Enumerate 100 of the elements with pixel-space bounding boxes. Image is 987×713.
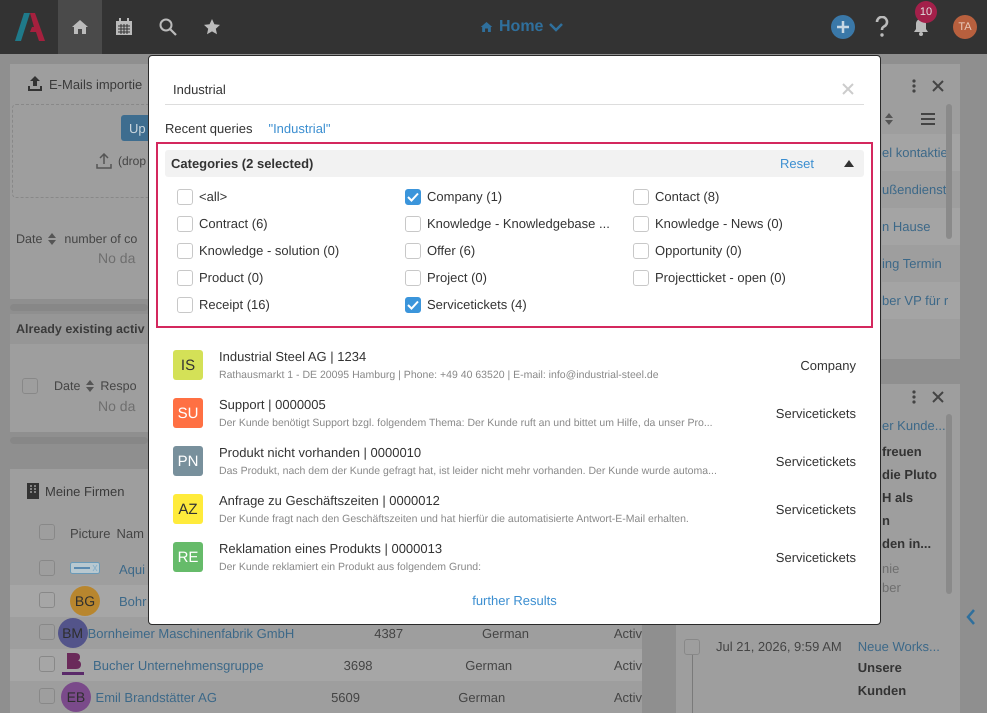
checkbox[interactable] <box>633 216 649 232</box>
panel-title: E-Mails importie <box>49 76 142 92</box>
checkbox[interactable] <box>39 592 55 608</box>
more-icon[interactable] <box>912 390 916 404</box>
category-label[interactable]: Company (1) <box>427 189 502 204</box>
sort-icon[interactable] <box>885 113 893 125</box>
nav-button[interactable] <box>58 0 102 54</box>
avatar: BM <box>58 618 88 648</box>
scrollbar[interactable] <box>946 104 952 239</box>
table-cell-text: 5609 <box>331 690 361 704</box>
column-header[interactable]: Nam <box>116 526 144 540</box>
result-title: Anfrage zu Geschäftszeiten | 0000012 <box>219 493 441 508</box>
close-icon[interactable] <box>932 80 944 92</box>
search-field[interactable]: Industrial <box>165 74 864 105</box>
checkbox[interactable] <box>405 242 421 258</box>
news-text: den in... <box>882 535 932 553</box>
checkbox[interactable] <box>405 216 421 232</box>
sort-icon[interactable] <box>48 233 56 245</box>
entry-link[interactable]: Neue Works... <box>858 639 940 654</box>
checkbox[interactable] <box>177 242 193 258</box>
column-header[interactable]: Date <box>16 232 42 246</box>
category-label[interactable]: Contract (6) <box>199 216 268 231</box>
checkbox[interactable] <box>177 216 193 232</box>
entry-time: Jul 21, 2026, 9:59 AM <box>716 639 842 656</box>
category-label[interactable]: Projectticket - open (0) <box>655 270 786 285</box>
category-label[interactable]: Knowledge - News (0) <box>655 216 783 231</box>
category-label[interactable]: Receipt (16) <box>199 297 270 312</box>
more-icon[interactable] <box>912 79 916 93</box>
help-icon[interactable] <box>875 16 889 38</box>
triangle-up-icon[interactable] <box>844 160 854 167</box>
news-text: n <box>882 512 891 530</box>
result-item[interactable]: IS Industrial Steel AG | 1234 Rathausmarkt 1 - DE 20095 Hamburg | Phone: +49 40 63520 | E-mail: info@industrial-steel.de Company <box>165 341 864 389</box>
result-type: Company <box>800 358 856 372</box>
recent-label: Recent queries <box>165 121 252 136</box>
category-label[interactable]: <all> <box>199 189 228 204</box>
app-logo-icon[interactable] <box>15 13 45 41</box>
result-subtitle: Das Produkt, nach dem der Kunde gefragt hat, ist leider nicht mehr vorhanden. Der Kunde wurde automa... <box>219 465 718 477</box>
category-label[interactable]: Knowledge - Knowledgebase ... <box>427 216 610 231</box>
entry-text: Unsere <box>858 659 903 677</box>
task-link[interactable]: ing Termin <box>882 245 960 282</box>
checkbox[interactable] <box>633 188 649 204</box>
checkbox[interactable] <box>405 188 421 204</box>
company-logo-icon <box>70 562 100 574</box>
result-item[interactable]: SU Support | 0000005 Der Kunde benötigt Support bzgl. folgendem Thema: Der Kunde ruft an und bittet um Hilfe, da unser Pro... Servicetickets <box>165 389 864 437</box>
result-title: Industrial Steel AG | 1234 <box>219 349 368 364</box>
company-logo-icon <box>60 652 86 676</box>
further-results-link[interactable]: further Results <box>472 593 557 608</box>
checkbox[interactable] <box>405 296 421 312</box>
column-header[interactable]: Date <box>54 379 80 393</box>
checkbox[interactable] <box>405 270 421 286</box>
category-label[interactable]: Knowledge - solution (0) <box>199 243 340 258</box>
task-link[interactable]: ber VP für r <box>882 282 960 319</box>
category-label[interactable]: Project (0) <box>427 270 487 285</box>
task-link[interactable]: n Hause <box>882 208 960 245</box>
add-button[interactable] <box>831 15 855 39</box>
checkbox[interactable] <box>684 639 700 655</box>
close-icon[interactable] <box>932 391 944 403</box>
result-item[interactable]: RE Reklamation eines Produkts | 0000013 Der Kunde reklamiert ein Produkt aus folgendem Grund: Servicetickets <box>165 533 864 581</box>
result-avatar: PN <box>173 446 203 476</box>
star-icon <box>203 18 221 36</box>
category-label[interactable]: Opportunity (0) <box>655 243 742 258</box>
checkbox[interactable] <box>633 242 649 258</box>
company-link[interactable]: Bornheimer Maschinenfabrik GmbH <box>88 626 294 640</box>
scrollbar[interactable] <box>10 437 148 444</box>
reset-link[interactable]: Reset <box>780 156 814 171</box>
category-label[interactable]: Servicetickets (4) <box>427 297 527 312</box>
checkbox[interactable] <box>177 296 193 312</box>
user-avatar[interactable]: TA <box>953 15 977 39</box>
news-link[interactable]: er Kunde... <box>882 410 960 440</box>
checkbox[interactable] <box>177 188 193 204</box>
checkbox[interactable] <box>177 270 193 286</box>
result-item[interactable]: AZ Anfrage zu Geschäftszeiten | 0000012 Der Kunde fragt nach den Geschäftszeiten und hat hierfür die automatisierte Antwort-E-Mail erhalten. Servicetickets <box>165 485 864 533</box>
task-link[interactable]: el kontaktie <box>882 134 960 171</box>
category-label[interactable]: Product (0) <box>199 270 264 285</box>
avatar: EB <box>60 682 91 712</box>
result-subtitle: Der Kunde fragt nach den Geschäftszeiten und hat hierfür die automatisierte Antwort-E-Mail erhalten. <box>219 513 690 525</box>
column-header[interactable]: Respo <box>100 379 137 393</box>
news-text: die Pluto <box>882 466 938 484</box>
categories-header[interactable]: Categories (2 selected) Reset <box>165 150 864 177</box>
company-link[interactable]: Emil Brandstätter AG <box>96 690 252 704</box>
scrollbar[interactable] <box>10 304 148 311</box>
chevron-down-icon[interactable] <box>549 22 564 32</box>
chevron-left-icon[interactable] <box>966 609 976 625</box>
result-avatar: AZ <box>173 494 203 524</box>
result-type: Servicetickets <box>776 502 856 516</box>
category-label[interactable]: Offer (6) <box>427 243 476 258</box>
task-link[interactable]: ußendienst <box>882 171 960 208</box>
news-text: H als <box>882 489 914 507</box>
page-title[interactable]: Home <box>499 18 544 36</box>
recent-query-link[interactable]: "Industrial" <box>268 121 330 136</box>
result-subtitle: Der Kunde reklamiert ein Produkt aus folgendem Grund: <box>219 561 482 573</box>
checkbox[interactable] <box>633 270 649 286</box>
category-label[interactable]: Contact (8) <box>655 189 720 204</box>
menu-icon[interactable] <box>921 113 935 125</box>
table-cell: Activ <box>614 690 642 704</box>
sort-icon[interactable] <box>86 380 94 392</box>
company-link[interactable]: Bucher Unternehmensgruppe <box>93 658 264 672</box>
checkbox[interactable] <box>39 656 55 672</box>
result-item[interactable]: PN Produkt nicht vorhanden | 0000010 Das Produkt, nach dem der Kunde gefragt hat, ist leider nicht mehr vorhanden. Der Kunde wurde automa... Servicetickets <box>165 437 864 485</box>
column-header[interactable]: number of co <box>64 232 138 246</box>
